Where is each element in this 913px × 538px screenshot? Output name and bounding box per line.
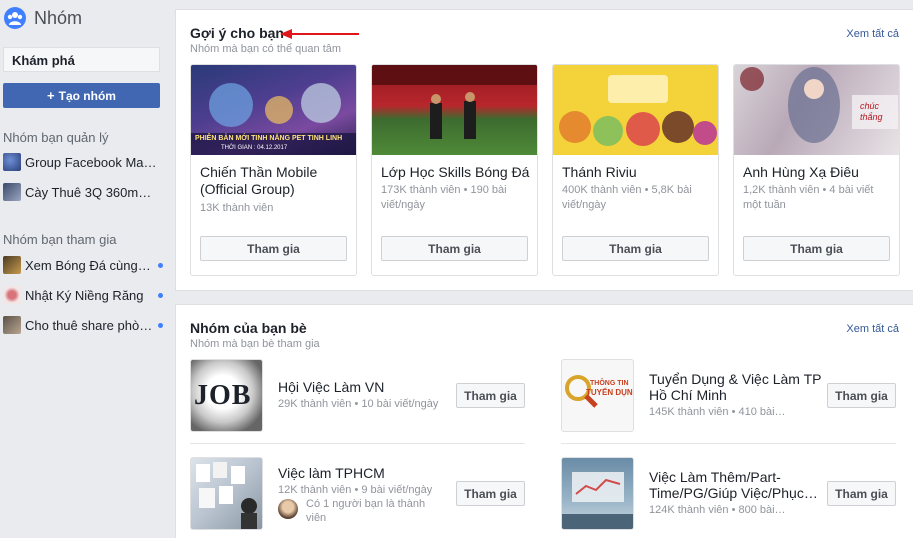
group-name[interactable]: Lớp Học Skills Bóng Đá xyxy=(381,164,531,181)
friends-groups-subtitle: Nhóm mà bạn bè tham gia xyxy=(190,338,320,350)
group-name[interactable]: Việc làm TPHCM xyxy=(278,465,458,481)
sidebar-managed-group[interactable]: Cày Thuê 3Q 360mob… xyxy=(3,182,163,202)
group-cover-image: chúc thắng xyxy=(734,65,899,155)
thumb-text: THÔNG TIN xyxy=(590,380,629,387)
group-cover-image: PHIÊN BẢN MỚI TINH NĂNG PET TINH LINH TH… xyxy=(191,65,356,155)
group-meta: 124K thành viên • 800 bài… xyxy=(649,504,786,516)
groups-header[interactable]: Nhóm xyxy=(4,6,82,30)
join-button[interactable]: Tham gia xyxy=(381,236,528,261)
join-button[interactable]: Tham gia xyxy=(827,481,896,506)
friend-group-item[interactable]: Việc làm TPHCM 12K thành viên • 9 bài vi… xyxy=(190,457,530,531)
group-cover-image xyxy=(372,65,537,155)
friends-groups-panel: Nhóm của bạn bè Nhóm mà bạn bè tham gia … xyxy=(175,304,913,538)
cartoon-art xyxy=(559,75,717,146)
football-art xyxy=(372,65,537,139)
divider xyxy=(190,443,525,444)
group-name[interactable]: Thánh Riviu xyxy=(562,164,712,181)
job-board-art xyxy=(196,462,257,529)
group-card[interactable]: PHIÊN BẢN MỚI TINH NĂNG PET TINH LINH TH… xyxy=(190,64,357,276)
thumb-text: JOB xyxy=(194,380,252,411)
group-meta: 29K thành viên • 10 bài viết/ngày xyxy=(278,398,439,410)
group-thumbnail xyxy=(561,457,634,530)
group-avatar xyxy=(3,256,21,274)
group-avatar xyxy=(3,153,21,171)
sidebar-managed-group[interactable]: Group Facebook Mar… xyxy=(3,152,163,172)
group-name[interactable]: Anh Hùng Xạ Điêu xyxy=(743,164,893,181)
group-name[interactable]: Tuyển Dụng & Việc Làm TP Hồ Chí Minh xyxy=(649,371,829,403)
sidebar-item-label: Nhật Ký Niềng Răng xyxy=(25,287,144,303)
left-sidebar: Nhóm Khám phá + Tạo nhóm Nhóm bạn quản l… xyxy=(0,0,165,538)
sidebar-item-label: Cho thuê share phò… xyxy=(25,317,153,333)
plus-icon: + xyxy=(47,88,55,103)
sidebar-joined-group[interactable]: Xem Bóng Đá cùng … xyxy=(3,255,163,275)
group-avatar xyxy=(3,183,21,201)
friend-note: Có 1 người bạn là thành viên xyxy=(306,498,426,524)
unread-dot xyxy=(158,292,163,298)
group-meta: 173K thành viên • 190 bài viết/ngày xyxy=(381,184,507,211)
unread-dot xyxy=(158,262,163,268)
discover-item[interactable]: Khám phá xyxy=(3,47,160,72)
group-card[interactable]: Thánh Riviu 400K thành viên • 5,8K bài v… xyxy=(552,64,719,276)
group-avatar xyxy=(3,316,21,334)
sidebar-joined-group[interactable]: Nhật Ký Niềng Răng xyxy=(3,285,163,305)
group-thumbnail: THÔNG TIN TUYỂN DỤNG xyxy=(561,359,634,432)
office-art xyxy=(562,472,633,529)
group-avatar xyxy=(3,286,21,304)
join-button[interactable]: Tham gia xyxy=(456,383,525,408)
group-card[interactable]: Lớp Học Skills Bóng Đá 173K thành viên •… xyxy=(371,64,538,276)
join-button[interactable]: Tham gia xyxy=(562,236,709,261)
banner-text: chúc thắng xyxy=(860,101,883,122)
joined-groups-heading: Nhóm bạn tham gia xyxy=(3,232,117,247)
create-group-button[interactable]: + Tạo nhóm xyxy=(3,83,160,108)
group-meta: 13K thành viên xyxy=(200,202,274,214)
friends-groups-title: Nhóm của bạn bè xyxy=(190,320,307,336)
friend-group-item[interactable]: THÔNG TIN TUYỂN DỤNG Tuyển Dụng & Việc L… xyxy=(561,359,901,433)
sidebar-item-label: Group Facebook Mar… xyxy=(25,154,157,170)
sidebar-joined-group[interactable]: Cho thuê share phò… xyxy=(3,315,163,335)
join-button[interactable]: Tham gia xyxy=(827,383,896,408)
banner-date: THỜI GIAN : 04.12.2017 xyxy=(221,145,288,151)
unread-dot xyxy=(158,322,163,328)
group-name[interactable]: Hội Việc Làm VN xyxy=(278,379,458,395)
groups-icon xyxy=(4,7,26,29)
group-meta: 400K thành viên • 5,8K bài viết/ngày xyxy=(562,184,692,211)
create-group-label: Tạo nhóm xyxy=(58,88,116,103)
see-all-link[interactable]: Xem tất cả xyxy=(846,28,899,40)
friend-avatar xyxy=(278,499,298,519)
group-meta: 1,2K thành viên • 4 bài viết một tuần xyxy=(743,184,874,211)
group-name[interactable]: Chiến Thần Mobile (Official Group) xyxy=(200,164,350,198)
group-thumbnail: JOB xyxy=(190,359,263,432)
thumb-text: TUYỂN DỤNG xyxy=(586,388,634,397)
see-all-link[interactable]: Xem tất cả xyxy=(846,323,899,335)
friend-group-item[interactable]: JOB Hội Việc Làm VN 29K thành viên • 10 … xyxy=(190,359,530,433)
managed-groups-heading: Nhóm bạn quản lý xyxy=(3,130,109,145)
join-button[interactable]: Tham gia xyxy=(743,236,890,261)
groups-title: Nhóm xyxy=(34,7,83,28)
suggested-subtitle: Nhóm mà bạn có thể quan tâm xyxy=(190,43,342,55)
suggested-title: Gợi ý cho bạn xyxy=(190,25,284,41)
group-card[interactable]: chúc thắng Anh Hùng Xạ Điêu 1,2K thành v… xyxy=(733,64,900,276)
group-cover-image xyxy=(553,65,718,155)
friend-group-item[interactable]: Việc Làm Thêm/Part-Time/PG/Giúp Việc/Phụ… xyxy=(561,457,901,531)
join-button[interactable]: Tham gia xyxy=(200,236,347,261)
suggested-groups-panel: Gợi ý cho bạn Nhóm mà bạn có thể quan tâ… xyxy=(175,9,913,291)
red-arrow-annotation xyxy=(280,29,359,39)
sidebar-item-label: Cày Thuê 3Q 360mob… xyxy=(25,184,157,200)
group-meta: 145K thành viên • 410 bài… xyxy=(649,406,786,418)
sidebar-item-label: Xem Bóng Đá cùng … xyxy=(25,257,155,273)
banner-text: PHIÊN BẢN MỚI TINH NĂNG PET TINH LINH xyxy=(195,135,343,142)
divider xyxy=(561,443,896,444)
group-thumbnail xyxy=(190,457,263,530)
group-name[interactable]: Việc Làm Thêm/Part-Time/PG/Giúp Việc/Phụ… xyxy=(649,469,829,501)
join-button[interactable]: Tham gia xyxy=(456,481,525,506)
group-meta: 12K thành viên • 9 bài viết/ngày xyxy=(278,484,433,496)
